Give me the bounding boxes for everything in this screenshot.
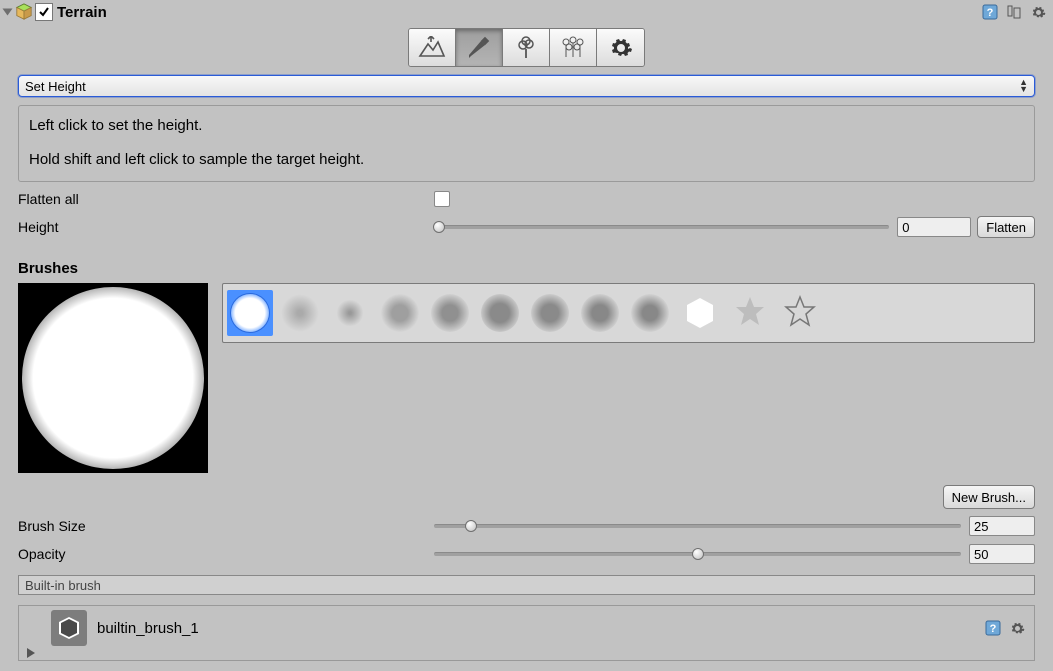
brush-info-label: Built-in brush	[18, 575, 1035, 595]
brush-thumb-3[interactable]	[377, 290, 423, 336]
brushes-title: Brushes	[18, 260, 1035, 277]
terrain-cube-icon	[15, 3, 33, 21]
brush-size-label: Brush Size	[18, 518, 434, 534]
flatten-button[interactable]: Flatten	[977, 216, 1035, 238]
brush-area	[18, 283, 1035, 473]
dropdown-arrows-icon: ▲▼	[1019, 79, 1028, 93]
brush-size-row: Brush Size 25	[18, 515, 1035, 537]
brush-thumb-9[interactable]	[677, 290, 723, 336]
tool-raise-lower[interactable]	[409, 29, 456, 66]
brush-preview	[18, 283, 208, 473]
brush-thumb-11[interactable]	[777, 290, 823, 336]
svg-text:?: ?	[990, 623, 997, 635]
tool-mode-value: Set Height	[25, 79, 86, 94]
enabled-checkbox[interactable]	[35, 3, 53, 21]
opacity-slider[interactable]	[434, 552, 961, 556]
brush-preview-shape	[22, 287, 204, 469]
tool-plant-tree[interactable]	[503, 29, 550, 66]
asset-row: builtin_brush_1 ?	[18, 605, 1035, 661]
tool-settings[interactable]	[597, 29, 644, 66]
help-line-2: Hold shift and left click to sample the …	[29, 150, 1024, 170]
tool-paint-texture[interactable]	[456, 29, 503, 66]
brush-picker	[222, 283, 1035, 343]
help-icon[interactable]: ?	[981, 3, 999, 21]
brush-size-thumb[interactable]	[465, 520, 477, 532]
flatten-all-checkbox[interactable]	[434, 191, 450, 207]
svg-text:?: ?	[987, 7, 994, 19]
opacity-thumb[interactable]	[692, 548, 704, 560]
brush-thumb-0[interactable]	[227, 290, 273, 336]
terrain-toolbar	[0, 24, 1053, 75]
doc-icon[interactable]	[1005, 3, 1023, 21]
component-title: Terrain	[57, 4, 107, 21]
height-field[interactable]: 0	[897, 217, 971, 237]
brush-thumb-5[interactable]	[477, 290, 523, 336]
flatten-all-label: Flatten all	[18, 191, 434, 207]
asset-name: builtin_brush_1	[97, 620, 199, 637]
foldout-icon[interactable]	[3, 9, 13, 16]
brush-thumb-1[interactable]	[277, 290, 323, 336]
brush-thumb-6[interactable]	[527, 290, 573, 336]
brush-thumb-8[interactable]	[627, 290, 673, 336]
brush-size-slider[interactable]	[434, 524, 961, 528]
height-row: Height 0 Flatten	[18, 216, 1035, 238]
asset-gear-icon[interactable]	[1008, 619, 1026, 637]
tool-mode-dropdown[interactable]: Set Height ▲▼	[18, 75, 1035, 97]
component-header: Terrain ?	[0, 0, 1053, 24]
new-brush-button[interactable]: New Brush...	[943, 485, 1035, 509]
asset-expand-icon[interactable]	[27, 648, 35, 658]
height-slider[interactable]	[434, 225, 889, 229]
tool-paint-details[interactable]	[550, 29, 597, 66]
brush-thumb-2[interactable]	[327, 290, 373, 336]
help-box: Left click to set the height. Hold shift…	[18, 105, 1035, 182]
height-slider-thumb[interactable]	[433, 221, 445, 233]
flatten-all-row: Flatten all	[18, 188, 1035, 210]
asset-unity-icon	[51, 610, 87, 646]
brush-thumb-10[interactable]	[727, 290, 773, 336]
gear-icon[interactable]	[1029, 3, 1047, 21]
help-line-1: Left click to set the height.	[29, 116, 1024, 136]
height-label: Height	[18, 219, 434, 235]
brush-size-field[interactable]: 25	[969, 516, 1035, 536]
opacity-label: Opacity	[18, 546, 434, 562]
opacity-row: Opacity 50	[18, 543, 1035, 565]
brush-thumb-7[interactable]	[577, 290, 623, 336]
asset-help-icon[interactable]: ?	[984, 619, 1002, 637]
opacity-field[interactable]: 50	[969, 544, 1035, 564]
brush-thumb-4[interactable]	[427, 290, 473, 336]
